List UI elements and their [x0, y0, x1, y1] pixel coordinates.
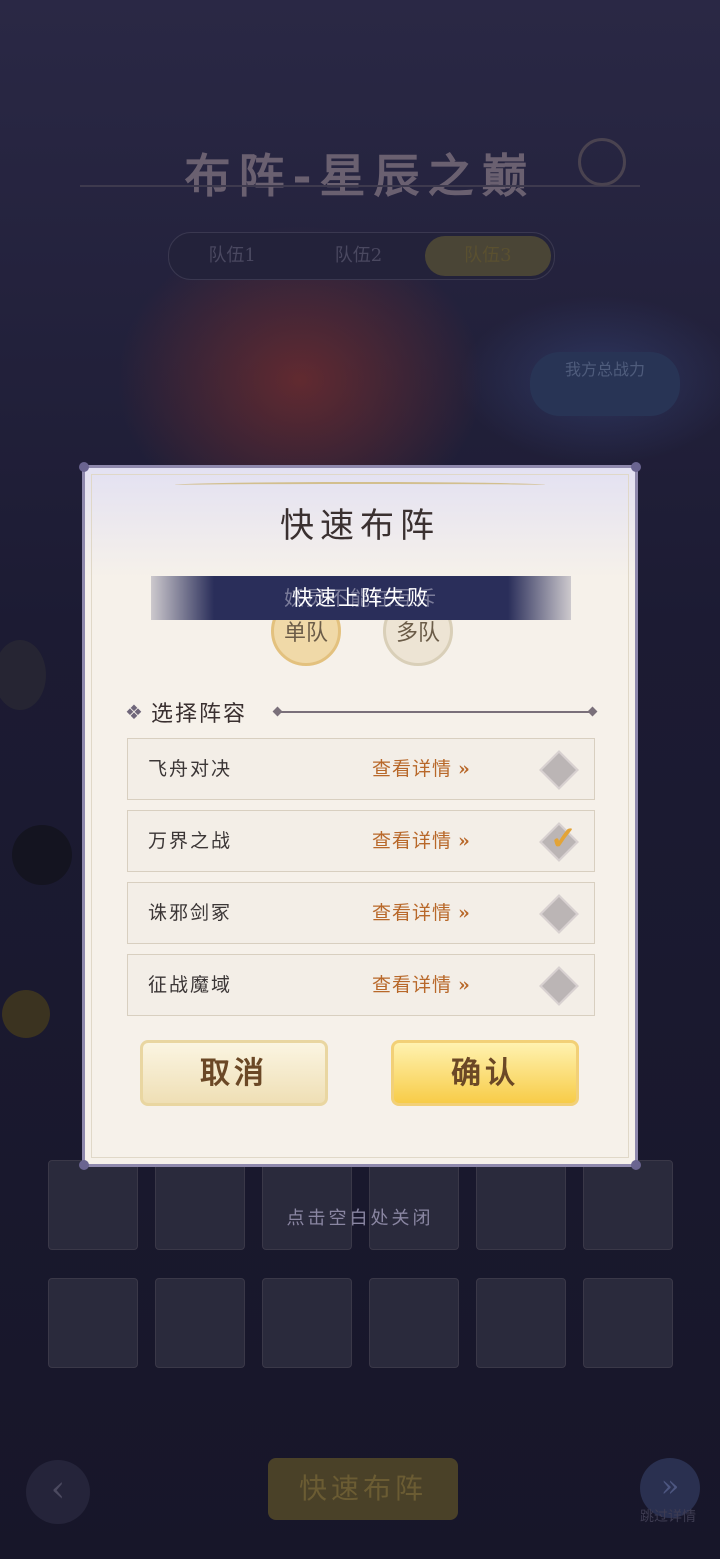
- tab-team-3: 队伍3: [424, 236, 551, 276]
- section-title: 选择阵容: [150, 702, 247, 727]
- diamond-checkbox-icon: [539, 966, 579, 1006]
- lineup-row[interactable]: 征战魔域 查看详情»: [127, 954, 595, 1016]
- chat-icon: [12, 825, 72, 885]
- lineup-row[interactable]: 飞舟对决 查看详情»: [127, 738, 595, 800]
- confirm-button[interactable]: 确认: [391, 1040, 579, 1106]
- back-icon: ‹: [26, 1460, 90, 1524]
- lineup-checkbox[interactable]: [539, 966, 579, 1006]
- background-title-divider: [80, 185, 640, 187]
- view-details-label: 查看详情: [372, 758, 453, 780]
- team-tabs: 队伍1 队伍2 队伍3: [168, 232, 555, 280]
- double-chevron-icon: »: [458, 758, 471, 780]
- corner-ornament: [79, 1160, 89, 1170]
- lineup-name: 诛邪剑冢: [148, 902, 233, 924]
- power-badge: 我方总战力: [530, 352, 680, 416]
- double-chevron-icon: »: [458, 830, 471, 852]
- hero-card: [583, 1278, 673, 1368]
- emoji-icon: [2, 990, 50, 1038]
- lineup-name: 万界之战: [148, 830, 233, 852]
- view-details-label: 查看详情: [372, 974, 453, 996]
- lineup-checkbox[interactable]: [539, 750, 579, 790]
- skip-label: 跳过详情: [640, 1509, 696, 1525]
- quick-deploy-dialog: 快速布阵 单队 多队 妖灵不能在互斥 快速上阵失败 ❖ 选择阵容 飞舟对决 查看…: [79, 462, 641, 1170]
- diamond-checkbox-icon: [539, 750, 579, 790]
- corner-ornament: [79, 462, 89, 472]
- section-divider: [277, 711, 593, 713]
- hero-card: [476, 1278, 566, 1368]
- cancel-button[interactable]: 取消: [140, 1040, 328, 1106]
- view-details-label: 查看详情: [372, 830, 453, 852]
- section-header: ❖ 选择阵容: [125, 696, 247, 728]
- view-details-link[interactable]: 查看详情»: [372, 955, 471, 1015]
- tab-team-1: 队伍1: [208, 245, 256, 266]
- lineup-name: 征战魔域: [148, 974, 233, 996]
- hero-card: [369, 1278, 459, 1368]
- lineup-checkbox[interactable]: [539, 894, 579, 934]
- gear-icon: [578, 138, 626, 186]
- view-details-link[interactable]: 查看详情»: [372, 811, 471, 871]
- view-details-label: 查看详情: [372, 902, 453, 924]
- diamond-checkbox-icon: [539, 894, 579, 934]
- toast-message: 妖灵不能在互斥 快速上阵失败: [151, 576, 571, 620]
- lineup-checkbox[interactable]: ✓: [539, 819, 579, 862]
- view-details-link[interactable]: 查看详情»: [372, 883, 471, 943]
- lineup-row[interactable]: 诛邪剑冢 查看详情»: [127, 882, 595, 944]
- background-quick-deploy-button: 快速布阵: [268, 1458, 458, 1520]
- diamond-cluster-icon: ❖: [125, 700, 143, 724]
- title-flourish: [175, 482, 545, 488]
- hero-card: [48, 1278, 138, 1368]
- view-details-link[interactable]: 查看详情»: [372, 739, 471, 799]
- toast-text: 快速上阵失败: [292, 586, 430, 610]
- double-chevron-icon: »: [458, 902, 471, 924]
- hero-card: [262, 1278, 352, 1368]
- corner-ornament: [631, 1160, 641, 1170]
- lineup-name: 飞舟对决: [148, 758, 233, 780]
- tab-team-2: 队伍2: [334, 245, 383, 266]
- double-chevron-icon: »: [458, 974, 471, 996]
- close-hint[interactable]: 点击空白处关闭: [0, 1204, 720, 1230]
- corner-ornament: [631, 462, 641, 472]
- checkmark-icon: ✓: [550, 819, 577, 857]
- lineup-row[interactable]: 万界之战 查看详情» ✓: [127, 810, 595, 872]
- dialog-title: 快速布阵: [280, 506, 440, 546]
- hero-card: [155, 1278, 245, 1368]
